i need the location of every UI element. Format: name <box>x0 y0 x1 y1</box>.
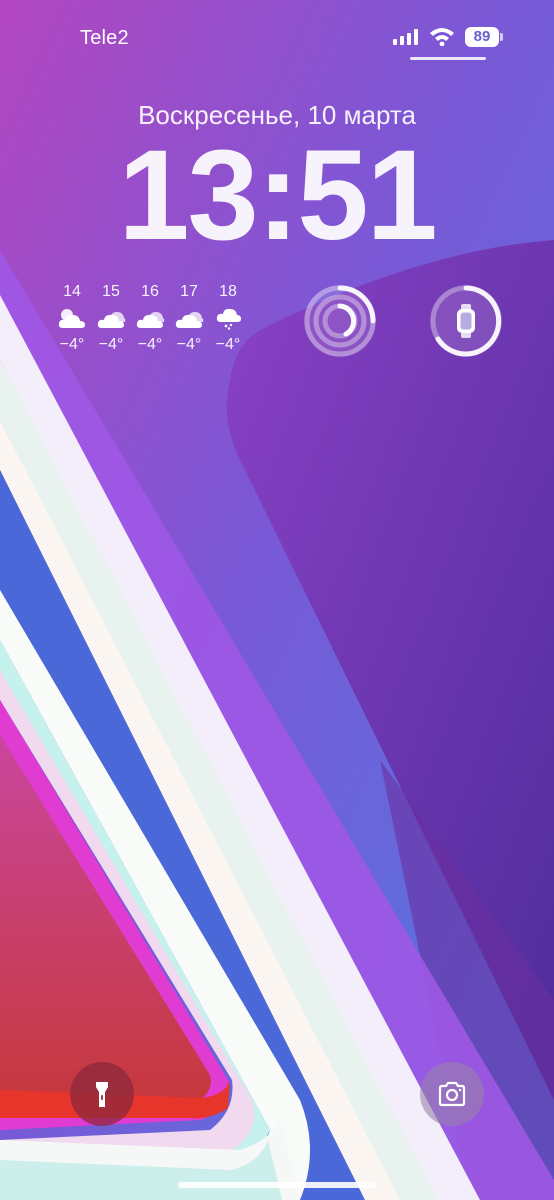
status-bar: Tele2 89 <box>0 0 554 70</box>
flashlight-button[interactable] <box>70 1062 134 1126</box>
hour-temperature: −4° <box>59 336 85 353</box>
hour-label: 15 <box>102 283 120 300</box>
status-indicator-bar <box>410 57 486 60</box>
hour-label: 14 <box>63 283 81 300</box>
lock-screen-clock[interactable]: 13:51 <box>0 132 554 260</box>
weather-hour-18: 18 −4° <box>208 282 248 355</box>
hour-temperature: −4° <box>98 336 124 353</box>
cellular-signal-icon <box>393 29 418 45</box>
hour-temperature: −4° <box>215 336 241 353</box>
cloudy-icon <box>97 312 126 328</box>
hour-label: 18 <box>219 283 237 300</box>
battery-tip <box>500 33 503 41</box>
hour-label: 16 <box>141 283 159 300</box>
weather-widget[interactable]: 14 −4° 15 −4° 16 −4° 17 −4° 18 −4° <box>52 282 252 362</box>
flashlight-icon <box>96 1082 108 1107</box>
weather-hour-17: 17 −4° <box>169 282 209 355</box>
battery-level-badge: 89 <box>465 27 499 47</box>
hour-temperature: −4° <box>176 336 202 353</box>
home-indicator[interactable] <box>178 1182 376 1188</box>
activity-rings-widget[interactable] <box>300 281 380 361</box>
weather-hour-14: 14 −4° <box>52 282 92 355</box>
carrier-name: Tele2 <box>80 27 129 49</box>
watch-battery-widget[interactable] <box>426 281 506 361</box>
camera-icon <box>438 1081 466 1107</box>
lock-screen: Tele2 89 Воскресенье, 10 марта 13:51 14 … <box>0 0 554 1200</box>
weather-hour-16: 16 −4° <box>130 282 170 355</box>
camera-button[interactable] <box>420 1062 484 1126</box>
weather-hour-15: 15 −4° <box>91 282 131 355</box>
cloudy-icon <box>136 312 165 328</box>
wifi-icon <box>430 28 454 46</box>
cloudy-icon <box>175 312 204 328</box>
snow-icon <box>216 308 241 330</box>
hour-label: 17 <box>180 283 198 300</box>
hour-temperature: −4° <box>137 336 163 353</box>
partly-cloudy-icon <box>58 309 85 328</box>
